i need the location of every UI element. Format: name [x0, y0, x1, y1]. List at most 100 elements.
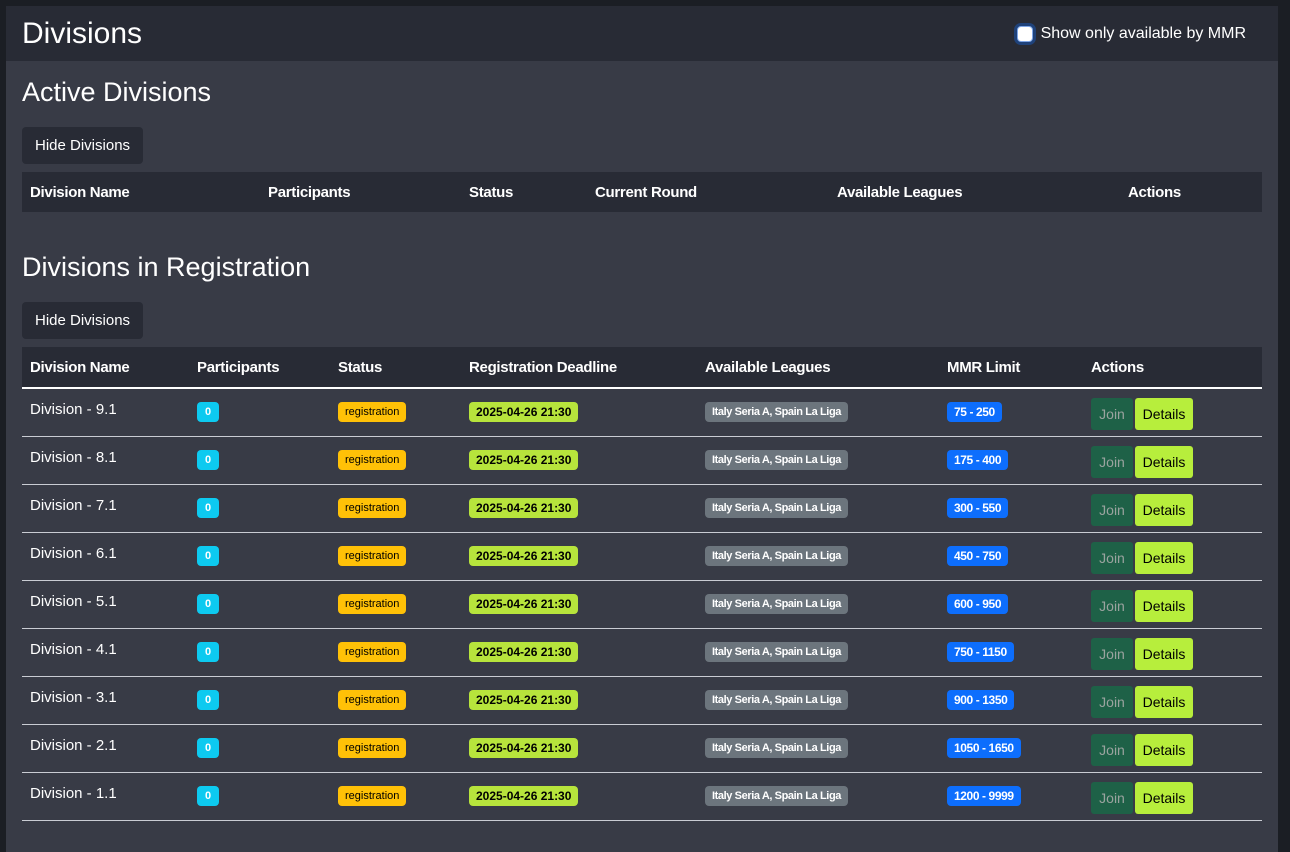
table-row: Division - 8.1 0 registration 2025-04-26 21…: [22, 436, 1262, 484]
col-available-leagues: Available Leagues: [837, 183, 963, 201]
details-button[interactable]: Details: [1135, 446, 1193, 478]
division-name: Division - 4.1: [30, 640, 117, 658]
participants-badge: 0: [197, 498, 220, 518]
table-row: Division - 7.1 0 registration 2025-04-26 21…: [22, 484, 1262, 532]
mmr-limit-badge: 1200 - 9999: [947, 786, 1021, 806]
active-divisions-table: Division Name Participants Status Curren…: [22, 172, 1262, 212]
details-button[interactable]: Details: [1135, 734, 1193, 766]
deadline-badge: 2025-04-26 21:30: [469, 594, 579, 614]
division-name: Division - 1.1: [30, 784, 117, 802]
table-row: Division - 6.1 0 registration 2025-04-26 21…: [22, 532, 1262, 580]
registration-table-body: Division - 9.1 0 registration 2025-04-26 21…: [22, 388, 1262, 820]
card-header: Divisions Show only available by MMR: [6, 6, 1278, 61]
division-name: Division - 3.1: [30, 688, 117, 706]
status-badge: registration: [338, 786, 407, 806]
col-registration-deadline: Registration Deadline: [469, 358, 617, 376]
col-actions: Actions: [1128, 183, 1181, 201]
division-name: Division - 7.1: [30, 496, 117, 514]
leagues-badge: Italy Seria A, Spain La Liga: [705, 642, 848, 662]
division-name: Division - 5.1: [30, 592, 117, 610]
table-header-row: Division Name Participants Status Curren…: [22, 172, 1262, 212]
leagues-badge: Italy Seria A, Spain La Liga: [705, 402, 848, 423]
col-actions: Actions: [1091, 358, 1144, 376]
table-row: Division - 5.1 0 registration 2025-04-26 21…: [22, 580, 1262, 628]
details-button[interactable]: Details: [1135, 542, 1193, 574]
division-name: Division - 2.1: [30, 736, 117, 754]
participants-badge: 0: [197, 690, 220, 710]
participants-badge: 0: [197, 450, 220, 470]
col-division-name: Division Name: [30, 358, 130, 376]
mmr-limit-badge: 750 - 1150: [947, 642, 1014, 662]
divisions-card: Divisions Show only available by MMR Act…: [6, 6, 1278, 852]
mmr-limit-badge: 1050 - 1650: [947, 738, 1021, 758]
mmr-filter-label: Show only available by MMR: [1040, 24, 1246, 42]
status-badge: registration: [338, 498, 407, 518]
details-button[interactable]: Details: [1135, 494, 1193, 526]
table-row: Division - 2.1 0 registration 2025-04-26 21…: [22, 724, 1262, 772]
join-button[interactable]: Join: [1091, 542, 1133, 574]
status-badge: registration: [338, 402, 407, 423]
deadline-badge: 2025-04-26 21:30: [469, 402, 579, 423]
leagues-badge: Italy Seria A, Spain La Liga: [705, 690, 848, 710]
leagues-badge: Italy Seria A, Spain La Liga: [705, 594, 848, 614]
leagues-badge: Italy Seria A, Spain La Liga: [705, 546, 848, 566]
division-name: Division - 9.1: [30, 400, 117, 418]
deadline-badge: 2025-04-26 21:30: [469, 690, 579, 710]
participants-badge: 0: [197, 642, 220, 662]
mmr-filter-toggle[interactable]: Show only available by MMR: [1016, 24, 1246, 43]
participants-badge: 0: [197, 402, 220, 423]
leagues-badge: Italy Seria A, Spain La Liga: [705, 786, 848, 806]
mmr-limit-badge: 75 - 250: [947, 402, 1002, 423]
details-button[interactable]: Details: [1135, 590, 1193, 622]
col-available-leagues: Available Leagues: [705, 358, 831, 376]
registration-divisions-table: Division Name Participants Status Regist…: [22, 347, 1262, 821]
status-badge: registration: [338, 642, 407, 662]
join-button[interactable]: Join: [1091, 734, 1133, 766]
col-current-round: Current Round: [595, 183, 697, 201]
hide-active-divisions-button[interactable]: Hide Divisions: [22, 127, 144, 164]
leagues-badge: Italy Seria A, Spain La Liga: [705, 738, 848, 758]
table-row: Division - 9.1 0 registration 2025-04-26 21…: [22, 388, 1262, 436]
mmr-limit-badge: 175 - 400: [947, 450, 1009, 470]
deadline-badge: 2025-04-26 21:30: [469, 738, 579, 758]
join-button[interactable]: Join: [1091, 494, 1133, 526]
col-participants: Participants: [268, 183, 351, 201]
mmr-filter-checkbox[interactable]: [1016, 25, 1033, 42]
card-body: Active Divisions Hide Divisions Division…: [6, 61, 1278, 821]
col-status: Status: [338, 358, 383, 376]
deadline-badge: 2025-04-26 21:30: [469, 546, 579, 566]
join-button[interactable]: Join: [1091, 446, 1133, 478]
join-button[interactable]: Join: [1091, 590, 1133, 622]
status-badge: registration: [338, 690, 407, 710]
join-button[interactable]: Join: [1091, 398, 1133, 431]
col-mmr-limit: MMR Limit: [947, 358, 1021, 376]
join-button[interactable]: Join: [1091, 638, 1133, 670]
status-badge: registration: [338, 738, 407, 758]
status-badge: registration: [338, 450, 407, 470]
status-badge: registration: [338, 546, 407, 566]
deadline-badge: 2025-04-26 21:30: [469, 642, 579, 662]
page-title: Divisions: [22, 16, 143, 50]
status-badge: registration: [338, 594, 407, 614]
participants-badge: 0: [197, 546, 220, 566]
deadline-badge: 2025-04-26 21:30: [469, 450, 579, 470]
participants-badge: 0: [197, 738, 220, 758]
leagues-badge: Italy Seria A, Spain La Liga: [705, 450, 848, 470]
join-button[interactable]: Join: [1091, 686, 1133, 718]
participants-badge: 0: [197, 786, 220, 806]
deadline-badge: 2025-04-26 21:30: [469, 786, 579, 806]
col-status: Status: [469, 183, 514, 201]
col-participants: Participants: [197, 358, 280, 376]
details-button[interactable]: Details: [1135, 638, 1193, 670]
participants-badge: 0: [197, 594, 220, 614]
join-button[interactable]: Join: [1091, 782, 1133, 814]
details-button[interactable]: Details: [1135, 782, 1193, 814]
details-button[interactable]: Details: [1135, 686, 1193, 718]
details-button[interactable]: Details: [1135, 398, 1193, 431]
registration-divisions-title: Divisions in Registration: [22, 252, 311, 282]
active-divisions-title: Active Divisions: [22, 77, 212, 107]
mmr-limit-badge: 450 - 750: [947, 546, 1009, 566]
hide-registration-divisions-button[interactable]: Hide Divisions: [22, 302, 144, 339]
division-name: Division - 6.1: [30, 544, 117, 562]
mmr-limit-badge: 300 - 550: [947, 498, 1009, 518]
